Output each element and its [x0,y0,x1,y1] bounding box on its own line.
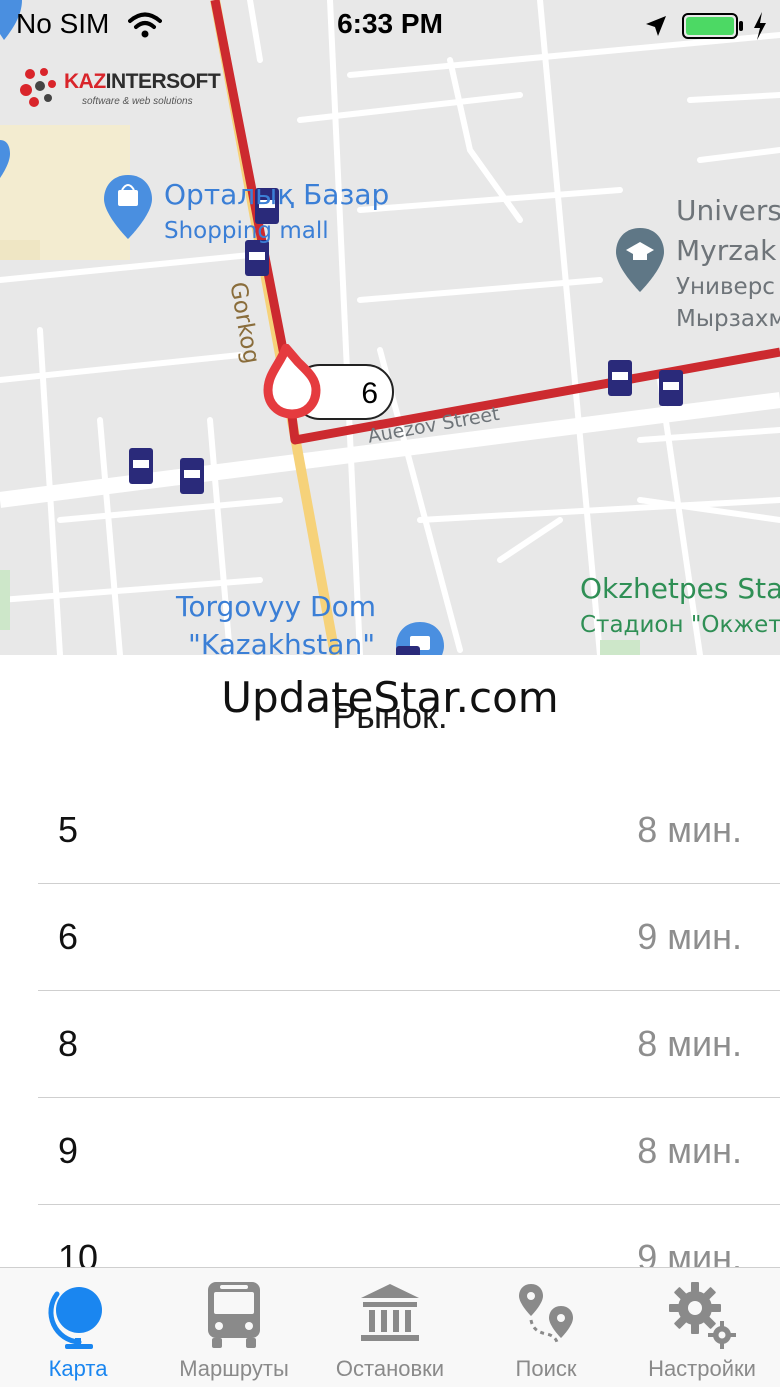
poi-label-torgovy-1: Torgovyy Dom [176,590,376,623]
route-pins-icon [519,1284,573,1343]
poi-label-university-1: Univers [676,194,780,227]
tab-label: Поиск [515,1356,577,1381]
logo-mark-icon [20,68,56,107]
route-number: 5 [58,809,79,850]
location-arrow-icon [646,16,666,36]
tab-stops[interactable]: Остановки [312,1268,468,1387]
arrival-row[interactable]: 5 8 мин. [0,777,780,884]
map-view[interactable]: Орталық Базар Shopping mall Univers Myrz… [0,0,780,655]
university-poi-icon [616,228,664,292]
arrival-row[interactable]: 8 8 мин. [0,991,780,1098]
tab-label: Карта [48,1356,108,1381]
poi-label-bazaar-type: Shopping mall [164,218,329,244]
arrival-eta: 9 мин. [637,1237,742,1267]
route-number: 8 [58,1023,79,1064]
tab-routes[interactable]: Маршруты [156,1268,312,1387]
poi-label-university-3: Универс [676,274,775,300]
globe-icon [48,1287,102,1349]
charging-bolt-icon [754,12,766,40]
route-number: 6 [58,916,79,957]
arrival-eta: 8 мин. [637,1023,742,1064]
stop-arrivals-panel: Рынок. UpdateStar.com 5 8 мин. 6 9 мин. … [0,655,780,1267]
tab-map[interactable]: Карта [0,1268,156,1387]
route-badge-number: 6 [361,377,378,410]
poi-label-bazaar: Орталық Базар [164,178,390,211]
route-number: 10 [58,1237,99,1267]
logo-name: KAZINTERSOFT [64,70,221,94]
tab-settings[interactable]: Настройки [624,1268,780,1387]
arrival-list[interactable]: 5 8 мин. 6 9 мин. 8 8 мин. 9 8 мин. 10 9… [0,777,780,1267]
arrival-eta: 9 мин. [637,916,742,957]
logo-name-rest: INTERSOFT [105,70,221,93]
gear-icon [669,1282,736,1349]
tab-bar: Карта Маршруты Остановки Поиск Настройки [0,1267,780,1387]
battery-icon [682,13,743,39]
vehicle-pin-icon[interactable] [260,344,324,424]
arrival-eta: 8 мин. [637,809,742,850]
arrival-row[interactable]: 10 9 мин. [0,1205,780,1267]
arrival-eta: 8 мин. [637,1130,742,1171]
tab-label: Маршруты [179,1356,289,1381]
logo-tagline: software & web solutions [82,96,193,107]
arrival-row[interactable]: 9 8 мин. [0,1098,780,1205]
poi-label-stadium: Okzhetpes Sta [580,572,780,605]
route-number: 9 [58,1130,79,1171]
poi-label-stadium-ru: Стадион "Окжет [580,612,780,638]
status-bar: No SIM 6:33 PM [0,0,780,52]
bank-icon [361,1284,419,1341]
poi-label-university-2: Myrzak [676,234,777,267]
logo-name-accent: KAZ [64,70,106,93]
bus-icon [208,1282,260,1348]
tab-label: Остановки [335,1356,445,1381]
tab-search[interactable]: Поиск [468,1268,624,1387]
poi-label-university-4: Мырзахм [676,306,780,332]
arrival-row[interactable]: 6 9 мин. [0,884,780,991]
watermark-text: UpdateStar.com [221,673,559,722]
tab-label: Настройки [648,1356,756,1381]
poi-label-torgovy-2: "Kazakhstan" [188,628,376,655]
